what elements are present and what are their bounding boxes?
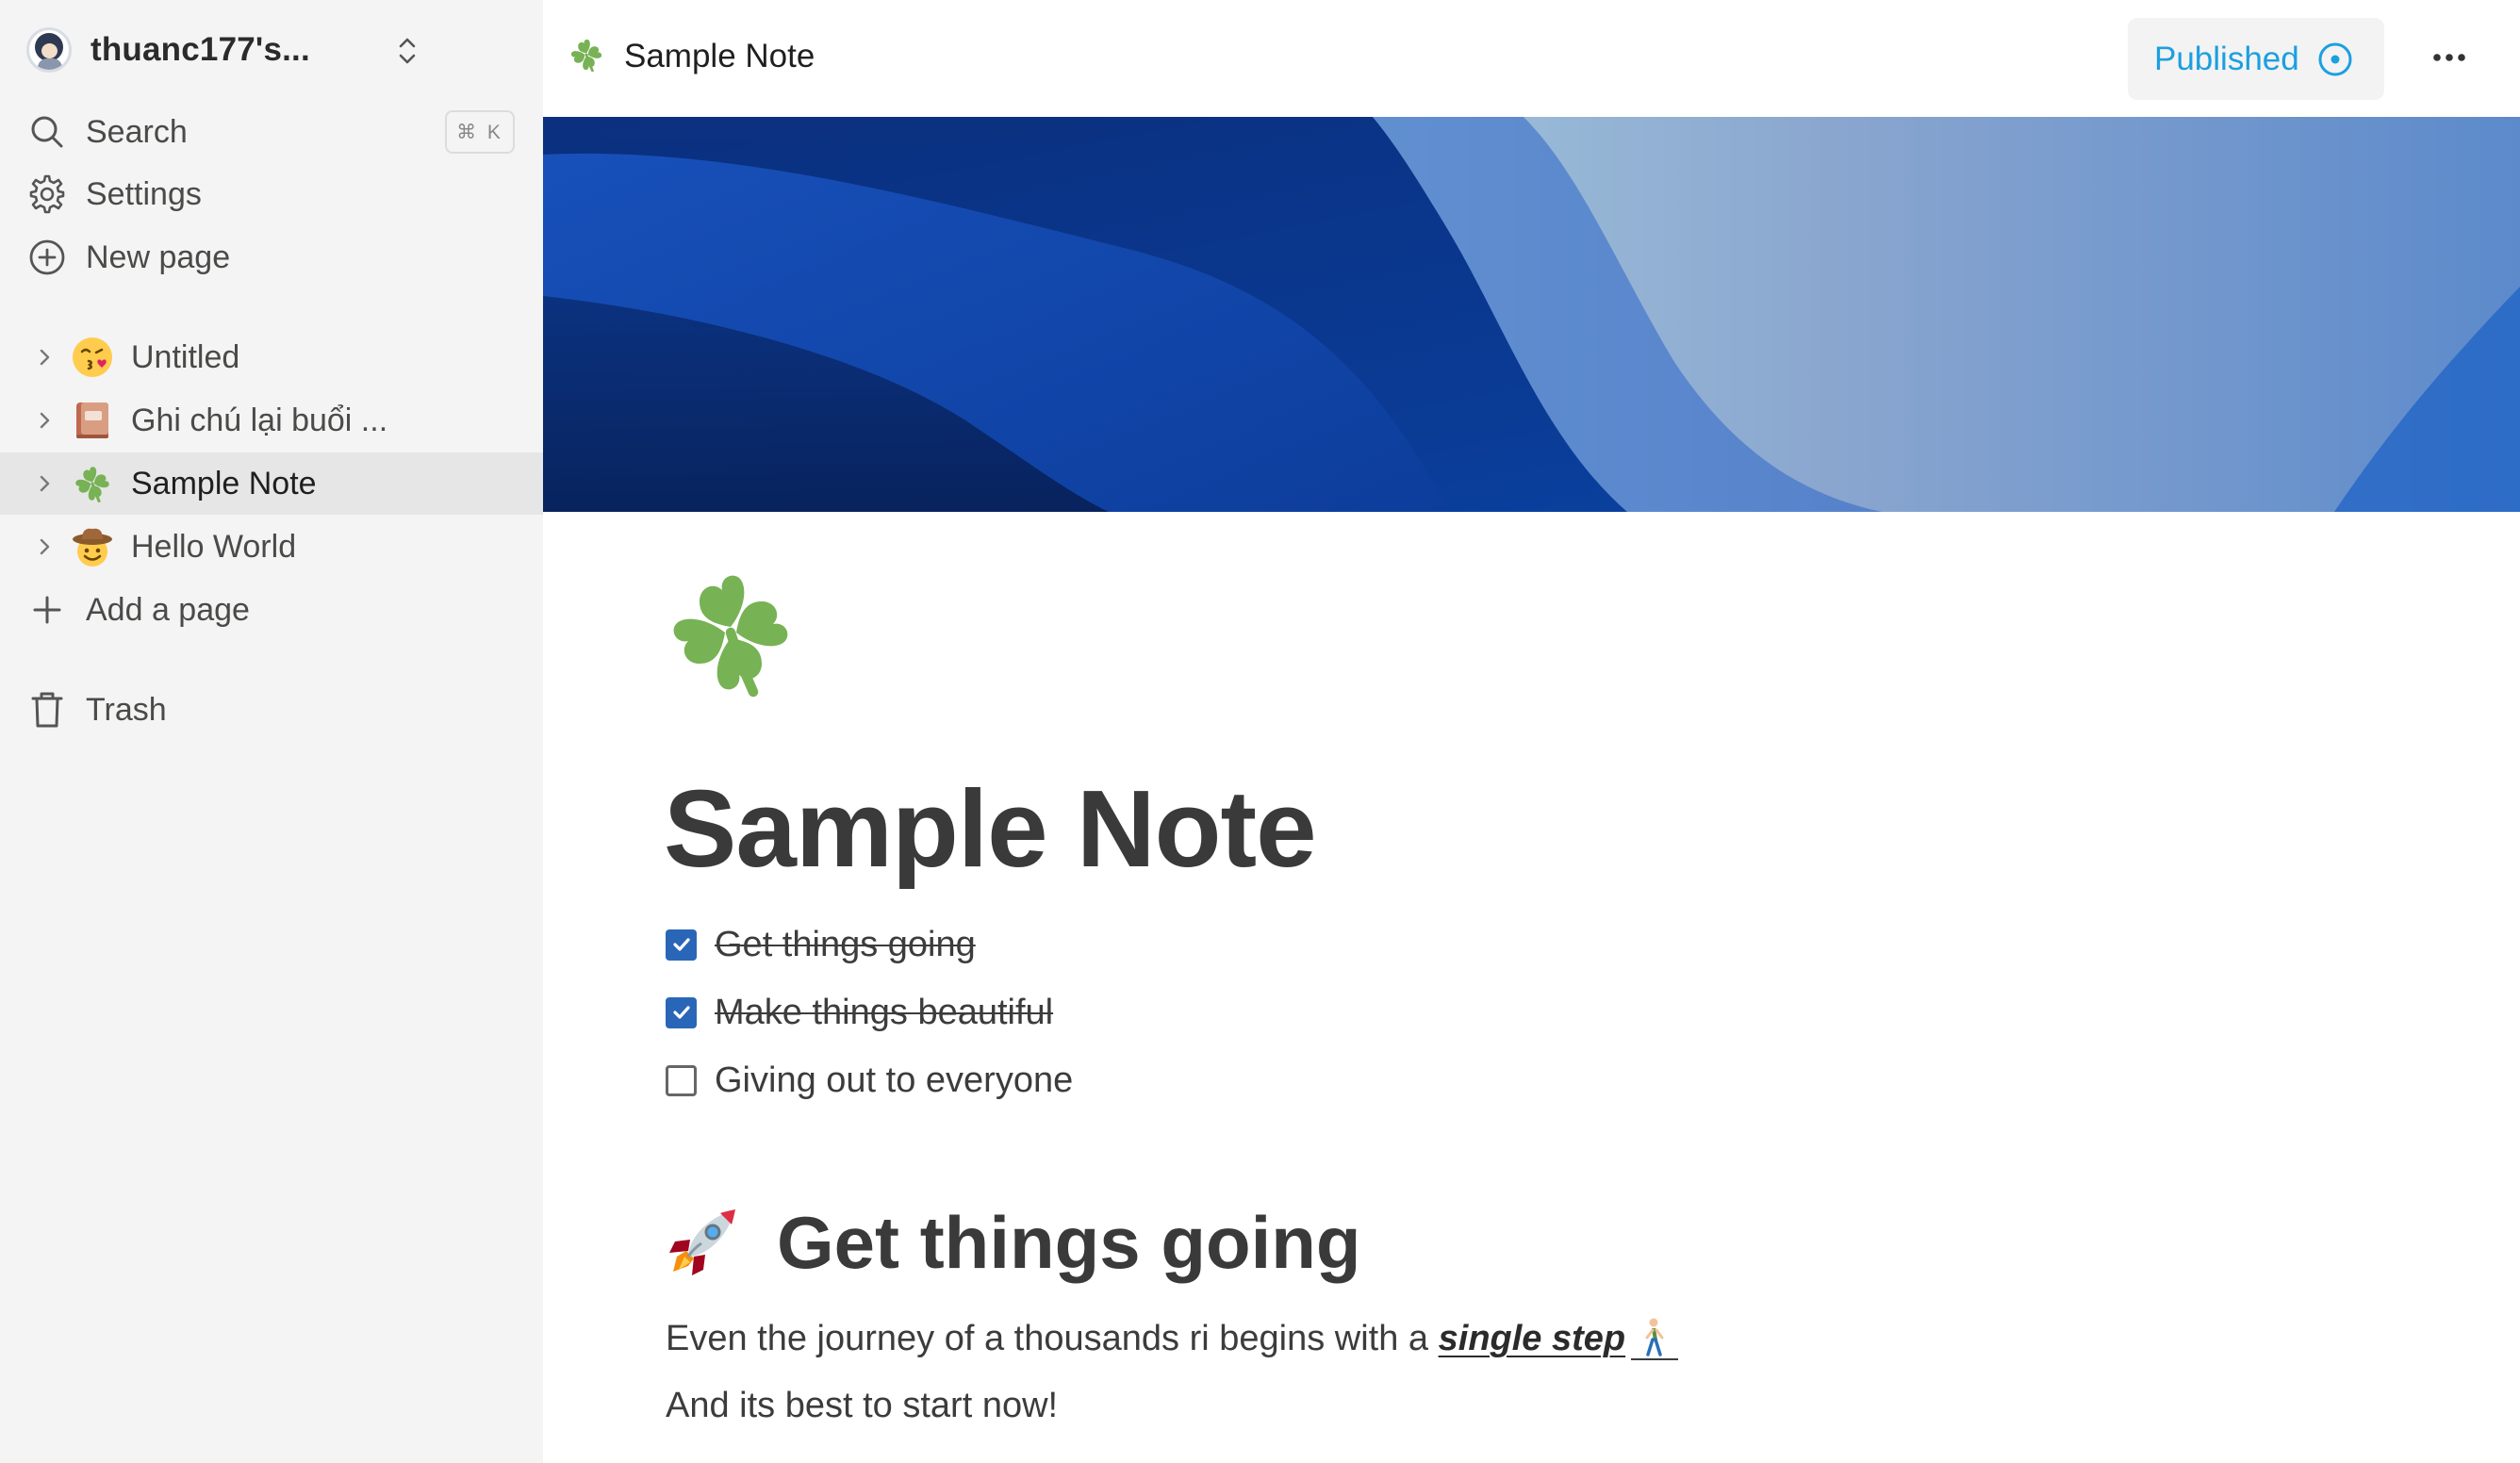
sidebar-item-label: Settings <box>86 175 202 212</box>
breadcrumb-page-title[interactable]: Sample Note <box>624 38 815 75</box>
workspace-avatar <box>26 27 72 73</box>
workspace-name: thuanc177's... <box>91 31 310 68</box>
cowboy-face-icon <box>70 524 115 569</box>
four-leaf-clover-icon <box>70 461 115 506</box>
todo-text[interactable]: Giving out to everyone <box>715 1060 1073 1101</box>
notebook-icon <box>70 398 115 443</box>
sidebar-item-search[interactable]: Search ⌘ K <box>0 101 543 163</box>
page-title[interactable]: Sample Note <box>664 765 1317 892</box>
sidebar-item-label: Add a page <box>86 591 250 628</box>
checkbox-checked-icon[interactable] <box>666 929 697 961</box>
trash-icon <box>26 689 68 731</box>
sidebar-page-label: Hello World <box>131 528 297 565</box>
plus-circle-icon <box>26 237 68 278</box>
sidebar: thuanc177's... Search ⌘ K Settings New p… <box>0 0 543 1463</box>
paragraph-block[interactable]: Even the journey of a thousands ri begin… <box>666 1312 1679 1365</box>
checkbox-unchecked-icon[interactable] <box>666 1064 697 1096</box>
page-icon-four-leaf-clover-icon[interactable] <box>660 562 801 703</box>
gear-icon <box>26 173 68 215</box>
paragraph-text: Even the journey of a thousands ri begin… <box>666 1318 1439 1358</box>
kissing-face-icon <box>70 335 115 380</box>
chevron-right-icon[interactable] <box>30 406 58 435</box>
paragraph-block[interactable]: And its best to start now! <box>666 1379 1058 1432</box>
sidebar-page-hello-world[interactable]: Hello World <box>0 516 543 578</box>
sidebar-item-label: New page <box>86 238 231 275</box>
sidebar-page-label: Untitled <box>131 338 240 375</box>
more-options-icon[interactable] <box>2426 34 2473 81</box>
todo-item[interactable]: Get things going <box>666 921 976 968</box>
broadcast-dot-icon <box>2316 41 2354 78</box>
todo-item[interactable]: Make things beautiful <box>666 989 1053 1036</box>
four-leaf-clover-icon <box>568 36 609 77</box>
search-icon <box>26 111 68 153</box>
chevron-up-down-icon[interactable] <box>387 30 428 72</box>
bold-italic-text: single step <box>1438 1318 1626 1358</box>
sidebar-page-sample-note[interactable]: Sample Note <box>0 452 543 515</box>
sidebar-item-trash[interactable]: Trash <box>0 679 543 741</box>
chevron-right-icon[interactable] <box>30 533 58 561</box>
heading-text: Get things going <box>777 1200 1361 1284</box>
cover-image[interactable] <box>543 117 2520 512</box>
sidebar-page-label: Ghi chú lại buổi ... <box>131 402 388 438</box>
published-label: Published <box>2154 40 2299 77</box>
sidebar-item-label: Trash <box>86 691 167 728</box>
plus-icon <box>26 589 68 631</box>
todo-item[interactable]: Giving out to everyone <box>666 1057 1073 1104</box>
sidebar-page-untitled[interactable]: Untitled <box>0 326 543 388</box>
todo-text[interactable]: Get things going <box>715 925 976 965</box>
search-shortcut-badge: ⌘ K <box>445 110 515 154</box>
sidebar-add-page[interactable]: Add a page <box>0 579 543 641</box>
sidebar-page-ghi-chu[interactable]: Ghi chú lại buổi ... <box>0 389 543 452</box>
checkbox-checked-icon[interactable] <box>666 996 697 1028</box>
person-walking-icon <box>1631 1317 1679 1360</box>
rocket-icon <box>664 1204 741 1281</box>
chevron-right-icon[interactable] <box>30 469 58 498</box>
sidebar-page-label: Sample Note <box>131 465 317 501</box>
sidebar-item-settings[interactable]: Settings <box>0 163 543 225</box>
todo-text[interactable]: Make things beautiful <box>715 993 1053 1033</box>
published-button[interactable]: Published <box>2128 18 2384 100</box>
sidebar-item-label: Search <box>86 113 188 150</box>
heading-block[interactable]: Get things going <box>664 1195 1361 1290</box>
sidebar-item-new-page[interactable]: New page <box>0 226 543 288</box>
topbar: Sample Note Published <box>543 0 2520 117</box>
workspace-switcher[interactable]: thuanc177's... <box>26 21 526 79</box>
chevron-right-icon[interactable] <box>30 343 58 371</box>
